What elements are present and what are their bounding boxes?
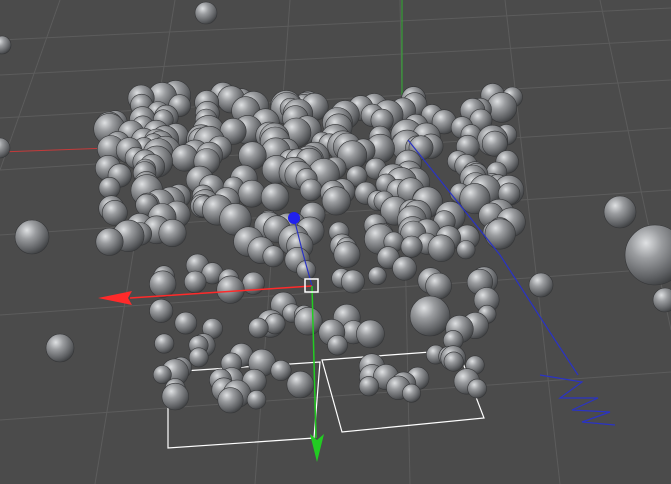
particle-sphere bbox=[624, 224, 671, 286]
particle-sphere bbox=[392, 255, 417, 281]
particle-sphere bbox=[367, 266, 387, 286]
particle-sphere bbox=[98, 176, 121, 199]
particle-sphere bbox=[652, 287, 671, 313]
particle-sphere bbox=[484, 218, 516, 250]
particle-sphere bbox=[194, 1, 218, 25]
particle-sphere bbox=[286, 370, 314, 399]
particle-sphere bbox=[467, 378, 487, 399]
particle-sphere bbox=[241, 271, 265, 295]
particle-sphere bbox=[262, 245, 285, 268]
particle-sphere bbox=[321, 186, 351, 216]
viewport-canvas[interactable] bbox=[0, 0, 671, 484]
particle-sphere bbox=[299, 178, 323, 202]
particle-sphere bbox=[400, 235, 423, 258]
particle-sphere bbox=[0, 137, 11, 159]
particle-sphere bbox=[188, 347, 209, 368]
particle-sphere bbox=[603, 195, 637, 229]
particle-sphere bbox=[456, 240, 476, 260]
particle-sphere bbox=[158, 219, 187, 248]
particle-sphere bbox=[149, 298, 174, 323]
particle-spheres bbox=[0, 1, 671, 414]
world-x-axis bbox=[0, 147, 111, 153]
particle-sphere bbox=[246, 390, 267, 410]
particle-sphere bbox=[154, 333, 175, 354]
particle-sphere bbox=[184, 270, 207, 294]
particle-sphere bbox=[402, 383, 421, 403]
particle-sphere bbox=[0, 35, 12, 55]
particle-sphere bbox=[427, 234, 456, 262]
particle-sphere bbox=[161, 382, 190, 411]
particle-sphere bbox=[216, 275, 245, 304]
spline-zigzag[interactable] bbox=[539, 374, 616, 426]
particle-sphere bbox=[294, 307, 323, 336]
3d-viewport[interactable] bbox=[0, 0, 671, 484]
gizmo-z-handle-icon[interactable] bbox=[288, 212, 300, 224]
particle-sphere bbox=[217, 387, 244, 414]
particle-sphere bbox=[95, 227, 124, 256]
particle-sphere bbox=[356, 319, 385, 349]
particle-sphere bbox=[333, 241, 361, 268]
particle-sphere bbox=[237, 179, 266, 208]
particle-sphere bbox=[443, 351, 464, 372]
particle-sphere bbox=[45, 333, 75, 363]
particle-sphere bbox=[340, 269, 365, 294]
particle-sphere bbox=[425, 272, 452, 300]
particle-sphere bbox=[528, 272, 554, 298]
particle-sphere bbox=[248, 317, 269, 339]
particle-sphere bbox=[260, 182, 290, 212]
particle-sphere bbox=[14, 219, 50, 255]
particle-sphere bbox=[149, 270, 177, 298]
particle-sphere bbox=[358, 376, 380, 397]
gizmo-y-arrow-icon[interactable] bbox=[310, 434, 324, 462]
particle-sphere bbox=[270, 359, 292, 381]
gizmo-x-arrow-icon[interactable] bbox=[98, 291, 132, 305]
particle-sphere bbox=[409, 295, 451, 337]
particle-sphere bbox=[327, 334, 348, 356]
particle-sphere bbox=[174, 311, 198, 335]
